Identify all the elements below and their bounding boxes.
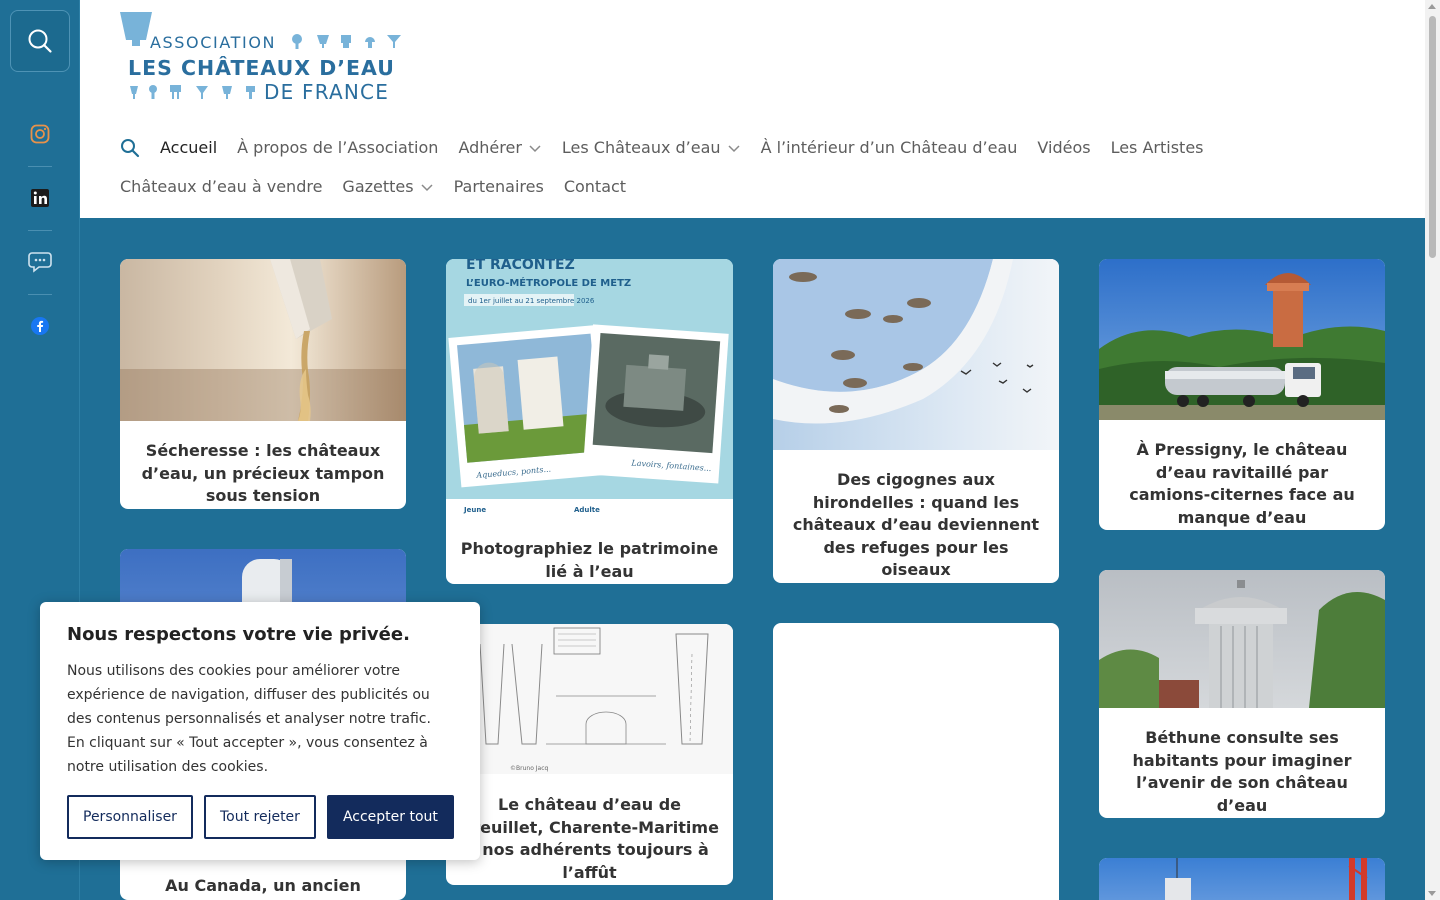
customize-button[interactable]: Personnaliser xyxy=(67,795,193,839)
chat-icon[interactable] xyxy=(28,250,52,274)
nav-item-videos[interactable]: Vidéos xyxy=(1037,138,1090,157)
page-scrollbar[interactable] xyxy=(1425,0,1440,900)
nav-item-gazettes[interactable]: Gazettes xyxy=(342,177,433,196)
svg-text:DE FRANCE: DE FRANCE xyxy=(264,80,389,104)
site-header: ASSOCIATION LES CHÂTEAUX D’EAU DE FRANCE xyxy=(80,0,1425,218)
main-navigation: Accueil À propos de l’Association Adhérer L… xyxy=(120,128,1400,206)
svg-text:LES CHÂTEAUX D’EAU: LES CHÂTEAUX D’EAU xyxy=(128,55,395,80)
scroll-down-arrow[interactable] xyxy=(1428,891,1436,896)
site-logo[interactable]: ASSOCIATION LES CHÂTEAUX D’EAU DE FRANCE xyxy=(120,10,410,105)
nav-item-accueil[interactable]: Accueil xyxy=(160,138,217,157)
nav-search-button[interactable] xyxy=(120,138,140,158)
scroll-thumb[interactable] xyxy=(1429,16,1436,258)
svg-text:ET RACONTEZ: ET RACONTEZ xyxy=(466,259,575,273)
article-image: ©Bruno Jacq xyxy=(446,624,733,774)
chevron-down-icon xyxy=(420,180,434,194)
article-title: À Pressigny, le château d’eau ravitaillé… xyxy=(1129,440,1355,527)
nav-item-label: Contact xyxy=(563,177,627,196)
svg-text:ASSOCIATION: ASSOCIATION xyxy=(150,33,276,52)
nav-item-a-l-interieur-d-un-chateau-d-eau[interactable]: À l’intérieur d’un Château d’eau xyxy=(761,138,1018,157)
cookie-actions: Personnaliser Tout rejeter Accepter tout xyxy=(67,795,465,839)
search-button[interactable] xyxy=(10,10,70,72)
cookie-title: Nous respectons votre vie privée. xyxy=(67,624,410,645)
article-card[interactable]: Sécheresse : les châteaux d’eau, un préc… xyxy=(120,259,406,509)
divider xyxy=(28,166,52,167)
nav-item-label: À propos de l’Association xyxy=(237,138,439,157)
nav-item-chateaux-d-eau-a-vendre[interactable]: Châteaux d’eau à vendre xyxy=(120,177,322,196)
svg-text:Jeune: Jeune xyxy=(463,506,486,514)
article-title: Le château d’eau de Breuillet, Charente-… xyxy=(460,795,719,882)
scroll-up-arrow[interactable] xyxy=(1428,4,1436,9)
svg-text:du 1er juillet au 21 septembre: du 1er juillet au 21 septembre 2026 xyxy=(468,297,595,305)
article-card[interactable]: ©Bruno Jacq Le château d’eau de Breuille… xyxy=(446,624,733,885)
divider xyxy=(28,294,52,295)
nav-item-partenaires[interactable]: Partenaires xyxy=(454,177,544,196)
nav-item-label: Partenaires xyxy=(453,177,544,196)
nav-row: Châteaux d’eau à vendre Gazettes Partenair… xyxy=(120,167,1400,206)
article-image xyxy=(120,259,406,421)
divider xyxy=(28,230,52,231)
nav-item-label: Gazettes xyxy=(342,177,414,196)
linkedin-icon[interactable] xyxy=(28,186,52,210)
search-icon xyxy=(28,29,52,53)
article-image xyxy=(1099,259,1385,420)
article-title: Photographiez le patrimoine lié à l’eau xyxy=(460,539,719,581)
nav-item-label: Accueil xyxy=(160,138,218,157)
nav-item-les-artistes[interactable]: Les Artistes xyxy=(1111,138,1204,157)
article-card[interactable]: À Pressigny, le château d’eau ravitaillé… xyxy=(1099,259,1385,530)
nav-item-contact[interactable]: Contact xyxy=(564,177,626,196)
nav-item-label: Les Châteaux d’eau xyxy=(561,138,721,157)
cookie-text: Nous utilisons des cookies pour améliore… xyxy=(67,663,431,775)
nav-item-label: Les Artistes xyxy=(1110,138,1204,157)
article-card[interactable]: Des cigognes aux hirondelles : quand les… xyxy=(773,259,1059,583)
article-card[interactable]: ET RACONTEZ L’EURO-MÉTROPOLE DE METZ du … xyxy=(446,259,733,584)
article-image xyxy=(1099,570,1385,708)
chevron-down-icon xyxy=(727,141,741,155)
cookie-consent-dialog: Nous respectons votre vie privée. Nous u… xyxy=(40,602,480,860)
article-card[interactable]: Béthune consulte ses habitants pour imag… xyxy=(1099,570,1385,818)
article-title: Béthune consulte ses habitants pour imag… xyxy=(1132,728,1352,815)
article-title: Sécheresse : les châteaux d’eau, un préc… xyxy=(141,441,385,505)
reject-all-button[interactable]: Tout rejeter xyxy=(203,795,316,839)
article-title: Au Canada, un ancien xyxy=(165,876,361,895)
article-image xyxy=(773,259,1059,450)
svg-text:©Bruno Jacq: ©Bruno Jacq xyxy=(510,765,549,772)
svg-text:L’EURO-MÉTROPOLE DE METZ: L’EURO-MÉTROPOLE DE METZ xyxy=(466,276,631,289)
search-icon xyxy=(121,138,140,157)
svg-text:Adulte: Adulte xyxy=(574,506,600,514)
chevron-down-icon xyxy=(528,141,542,155)
nav-row: Accueil À propos de l’Association Adhérer L… xyxy=(120,128,1400,167)
nav-item-label: Adhérer xyxy=(458,138,522,157)
nav-item-label: Châteaux d’eau à vendre xyxy=(120,177,323,196)
accept-all-button[interactable]: Accepter tout xyxy=(326,795,454,839)
instagram-icon[interactable] xyxy=(28,122,52,146)
nav-item-label: À l’intérieur d’un Château d’eau xyxy=(760,138,1018,157)
nav-item-a-propos-de-l-association[interactable]: À propos de l’Association xyxy=(237,138,438,157)
nav-item-adherer[interactable]: Adhérer xyxy=(458,138,541,157)
nav-item-label: Vidéos xyxy=(1037,138,1091,157)
article-title: Des cigognes aux hirondelles : quand les… xyxy=(792,470,1040,579)
facebook-icon[interactable] xyxy=(28,314,52,338)
article-image: ET RACONTEZ L’EURO-MÉTROPOLE DE METZ du … xyxy=(446,259,733,519)
article-card[interactable] xyxy=(1099,858,1385,900)
article-image xyxy=(1099,858,1385,900)
article-card[interactable] xyxy=(773,623,1059,900)
nav-item-les-chateaux-d-eau[interactable]: Les Châteaux d’eau xyxy=(562,138,741,157)
